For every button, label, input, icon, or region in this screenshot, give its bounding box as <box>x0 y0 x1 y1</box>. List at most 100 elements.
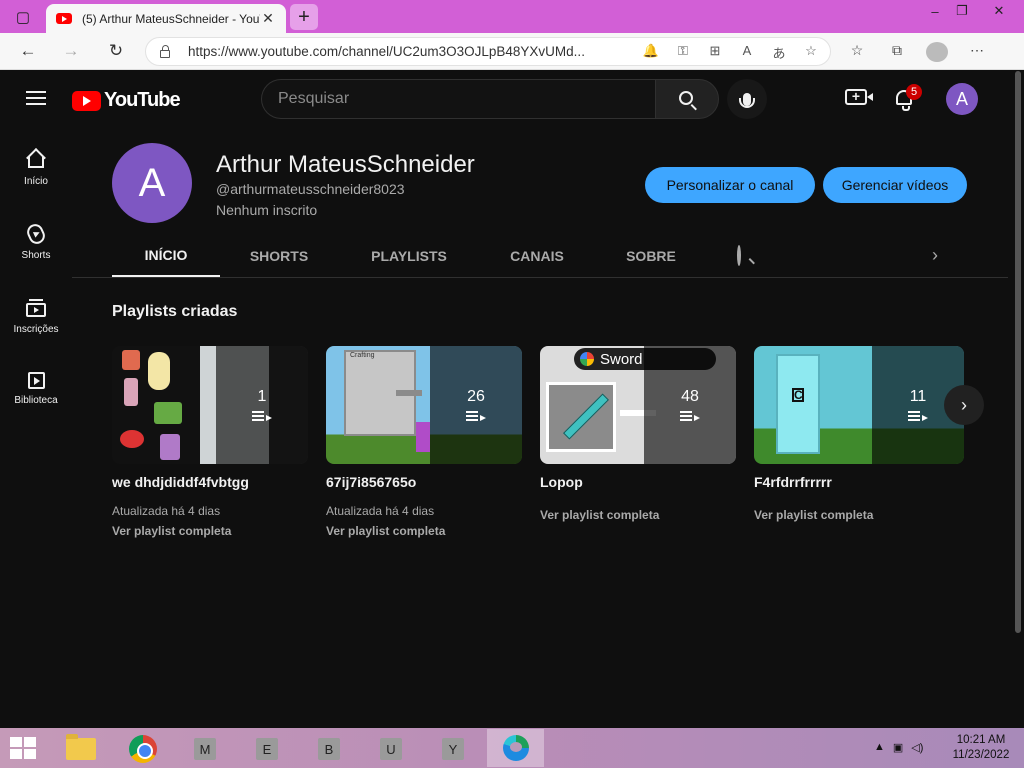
notification-count-badge: 5 <box>906 84 922 100</box>
search-input[interactable] <box>261 79 656 119</box>
browser-tab-active[interactable]: (5) Arthur MateusSchneider - YouTube ✕ <box>46 4 286 33</box>
read-aloud-icon[interactable]: A <box>738 43 756 62</box>
tab-home[interactable]: INÍCIO <box>112 235 220 277</box>
channel-avatar[interactable]: A <box>112 143 192 223</box>
browser-tab-bar: ▢ (5) Arthur MateusSchneider - YouTube ✕… <box>0 0 1024 33</box>
edge-browser-icon[interactable] <box>487 729 544 767</box>
youtube-logo-text: YouTube <box>104 89 181 111</box>
guide-item-library[interactable]: Biblioteca <box>0 356 72 430</box>
crafting-label: Crafting <box>350 352 375 359</box>
tray-overflow-icon[interactable]: ▲ <box>874 741 885 754</box>
channel-tabs: INÍCIO SHORTS PLAYLISTS CANAIS SOBRE › <box>72 235 1008 278</box>
playlist-title[interactable]: we dhdjdiddf4fvbtgg <box>112 474 308 490</box>
guide-item-shorts[interactable]: Shorts <box>0 208 72 282</box>
playlist-card[interactable]: 1 we dhdjdiddf4fvbtgg Atualizada há 4 di… <box>112 346 308 538</box>
translate-icon[interactable]: あ <box>770 43 788 62</box>
playlist-card[interactable]: Sword 48 Lopop Ver playlist completa <box>540 346 736 522</box>
search-button[interactable] <box>655 79 719 119</box>
volume-icon[interactable]: ◁) <box>911 741 923 754</box>
youtube-logo[interactable]: YouTube <box>72 89 181 112</box>
guide-label: Biblioteca <box>14 395 58 406</box>
taskbar-app-b[interactable]: B <box>309 734 349 764</box>
tab-actions-icon[interactable]: ▢ <box>8 5 38 29</box>
lock-icon[interactable] <box>160 44 170 58</box>
file-explorer-icon[interactable] <box>61 734 101 764</box>
creeper-letter: C <box>792 388 804 402</box>
playlist-thumbnail[interactable]: Crafting 26 <box>326 346 522 464</box>
create-video-icon[interactable]: + <box>845 89 873 105</box>
favorites-icon[interactable]: ☆ <box>846 42 868 65</box>
refresh-button[interactable]: ↻ <box>102 39 130 63</box>
collections-icon[interactable]: ⧉ <box>886 42 908 65</box>
subscriber-count: Nenhum inscrito <box>216 202 318 218</box>
more-menu-icon[interactable]: ⋯ <box>966 42 988 65</box>
view-full-playlist-link[interactable]: Ver playlist completa <box>754 508 964 522</box>
carousel-next-arrow-icon[interactable]: › <box>944 385 984 425</box>
taskbar-app-m[interactable]: M <box>185 734 225 764</box>
clock-time: 10:21 AM <box>956 734 1006 746</box>
microphone-icon <box>739 92 755 108</box>
playlist-video-count: 26 <box>467 388 485 405</box>
new-tab-button[interactable]: + <box>290 4 318 30</box>
clock-date: 11/23/2022 <box>952 749 1010 761</box>
playlist-thumbnail[interactable]: 1 <box>112 346 308 464</box>
playlist-card[interactable]: C 11 F4rfdrrfrrrrr Ver playlist completa <box>754 346 964 522</box>
customize-channel-button[interactable]: Personalizar o canal <box>645 167 815 203</box>
menu-icon[interactable] <box>26 91 46 105</box>
playlist-card[interactable]: Crafting 26 67ij7i856765o Atualizada há … <box>326 346 522 538</box>
system-clock[interactable]: 10:21 AM 11/23/2022 <box>940 733 1022 763</box>
guide-item-home[interactable]: Início <box>0 134 72 208</box>
network-icon[interactable]: ▣ <box>893 741 903 754</box>
add-favorite-icon[interactable]: ☆ <box>802 43 820 62</box>
playlist-video-count: 1 <box>257 388 267 405</box>
tab-playlists[interactable]: PLAYLISTS <box>362 235 456 277</box>
close-window-button[interactable]: ✕ <box>982 0 1016 22</box>
windows-taskbar: M E B U Y ▲ ▣ ◁) 10:21 AM 11/23/2022 <box>0 728 1024 768</box>
home-icon <box>28 157 44 168</box>
manage-videos-button[interactable]: Gerenciar vídeos <box>823 167 967 203</box>
voice-search-button[interactable] <box>727 79 767 119</box>
subscriptions-icon <box>26 299 46 317</box>
scrollbar-thumb[interactable] <box>1015 71 1021 633</box>
notifications-blocked-icon[interactable]: 🔔 <box>642 43 660 62</box>
playlist-title[interactable]: Lopop <box>540 474 736 490</box>
taskbar-app-y[interactable]: Y <box>433 734 473 764</box>
chrome-icon[interactable] <box>123 734 163 764</box>
view-full-playlist-link[interactable]: Ver playlist completa <box>326 524 522 538</box>
url-text[interactable]: https://www.youtube.com/channel/UC2um3O3… <box>188 44 608 59</box>
windows-start-icon[interactable] <box>10 737 37 759</box>
sword-search-text: Sword <box>600 350 643 368</box>
guide-item-subscriptions[interactable]: Inscrições <box>0 282 72 356</box>
playlist-title[interactable]: 67ij7i856765o <box>326 474 522 490</box>
tabs-next-arrow-icon[interactable]: › <box>932 245 938 266</box>
taskbar-app-e[interactable]: E <box>247 734 287 764</box>
youtube-favicon-icon <box>56 13 72 24</box>
tab-channels[interactable]: CANAIS <box>500 235 574 277</box>
address-bar[interactable]: https://www.youtube.com/channel/UC2um3O3… <box>145 37 831 66</box>
playlist-thumbnail[interactable]: Sword 48 <box>540 346 736 464</box>
app-letter: M <box>194 738 216 760</box>
key-icon[interactable]: ⚿ <box>674 43 692 62</box>
playlist-icon <box>466 410 486 422</box>
channel-handle: @arthurmateusschneider8023 <box>216 181 405 197</box>
section-title: Playlists criadas <box>112 303 238 320</box>
channel-search-icon[interactable] <box>737 245 741 266</box>
page-scrollbar[interactable] <box>1012 71 1024 728</box>
guide-label: Shorts <box>21 250 51 261</box>
account-avatar[interactable]: A <box>946 83 978 115</box>
tab-shorts[interactable]: SHORTS <box>240 235 318 277</box>
taskbar-app-u[interactable]: U <box>371 734 411 764</box>
profile-icon[interactable] <box>926 42 948 65</box>
playlist-title[interactable]: F4rfdrrfrrrrr <box>754 474 964 490</box>
close-tab-icon[interactable]: ✕ <box>260 10 276 27</box>
forward-button[interactable]: → <box>57 39 85 63</box>
view-full-playlist-link[interactable]: Ver playlist completa <box>112 524 308 538</box>
tab-about[interactable]: SOBRE <box>618 235 684 277</box>
playlist-thumbnail[interactable]: C 11 <box>754 346 964 464</box>
playlist-icon <box>680 410 700 422</box>
view-full-playlist-link[interactable]: Ver playlist completa <box>540 508 736 522</box>
app-letter: Y <box>442 738 464 760</box>
apps-icon[interactable]: ⊞ <box>706 43 724 62</box>
back-button[interactable]: ← <box>14 39 42 63</box>
restore-button[interactable]: ❐ <box>945 0 979 22</box>
